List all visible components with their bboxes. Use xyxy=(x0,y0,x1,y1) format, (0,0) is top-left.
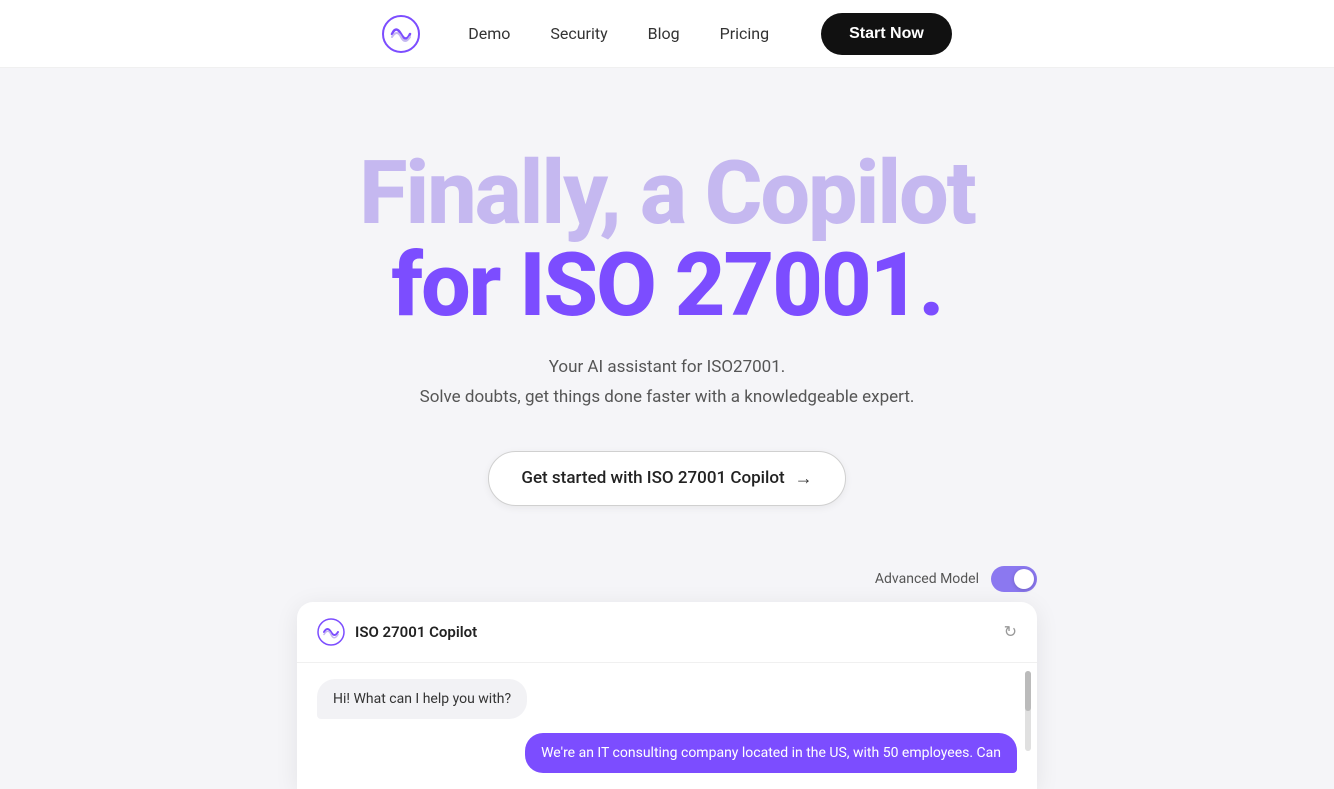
nav-link-demo[interactable]: Demo xyxy=(452,16,526,51)
chat-messages: Hi! What can I help you with? We're an I… xyxy=(297,663,1037,789)
hero-title-line2: for ISO 27001. xyxy=(359,240,974,332)
user-message: We're an IT consulting company located i… xyxy=(525,733,1017,773)
navbar: Demo Security Blog Pricing Start Now xyxy=(0,0,1334,68)
advanced-model-label: Advanced Model xyxy=(875,571,979,587)
hero-section: Finally, a Copilot for ISO 27001. Your A… xyxy=(0,68,1334,566)
chat-header: ISO 27001 Copilot ↻ xyxy=(297,602,1037,663)
arrow-icon: → xyxy=(795,468,813,489)
nav-links: Demo Security Blog Pricing xyxy=(452,16,785,51)
hero-title-line1: Finally, a Copilot xyxy=(359,148,974,240)
start-now-button[interactable]: Start Now xyxy=(821,13,952,55)
scrollbar-thumb xyxy=(1025,671,1031,711)
hero-title: Finally, a Copilot for ISO 27001. xyxy=(359,148,974,333)
get-started-label: Get started with ISO 27001 Copilot xyxy=(521,468,784,488)
chat-section: Advanced Model ISO 27001 Copilot ↻ Hi! W… xyxy=(0,566,1334,789)
bot-message: Hi! What can I help you with? xyxy=(317,679,527,719)
hero-subtitle2: Solve doubts, get things done faster wit… xyxy=(420,387,915,407)
chat-window: ISO 27001 Copilot ↻ Hi! What can I help … xyxy=(297,602,1037,789)
hero-subtitle1: Your AI assistant for ISO27001. xyxy=(549,357,786,377)
nav-logo[interactable] xyxy=(382,15,420,53)
chat-title: ISO 27001 Copilot xyxy=(355,623,477,641)
chat-controls: Advanced Model xyxy=(297,566,1037,592)
nav-link-pricing[interactable]: Pricing xyxy=(704,16,786,51)
chat-header-left: ISO 27001 Copilot xyxy=(317,618,477,646)
chat-scrollbar[interactable] xyxy=(1025,671,1031,751)
nav-link-security[interactable]: Security xyxy=(534,16,623,51)
toggle-knob xyxy=(1014,569,1034,589)
refresh-icon[interactable]: ↻ xyxy=(1004,622,1017,641)
advanced-model-toggle[interactable] xyxy=(991,566,1037,592)
nav-link-blog[interactable]: Blog xyxy=(632,16,696,51)
chat-logo-icon xyxy=(317,618,345,646)
get-started-button[interactable]: Get started with ISO 27001 Copilot → xyxy=(488,451,845,506)
